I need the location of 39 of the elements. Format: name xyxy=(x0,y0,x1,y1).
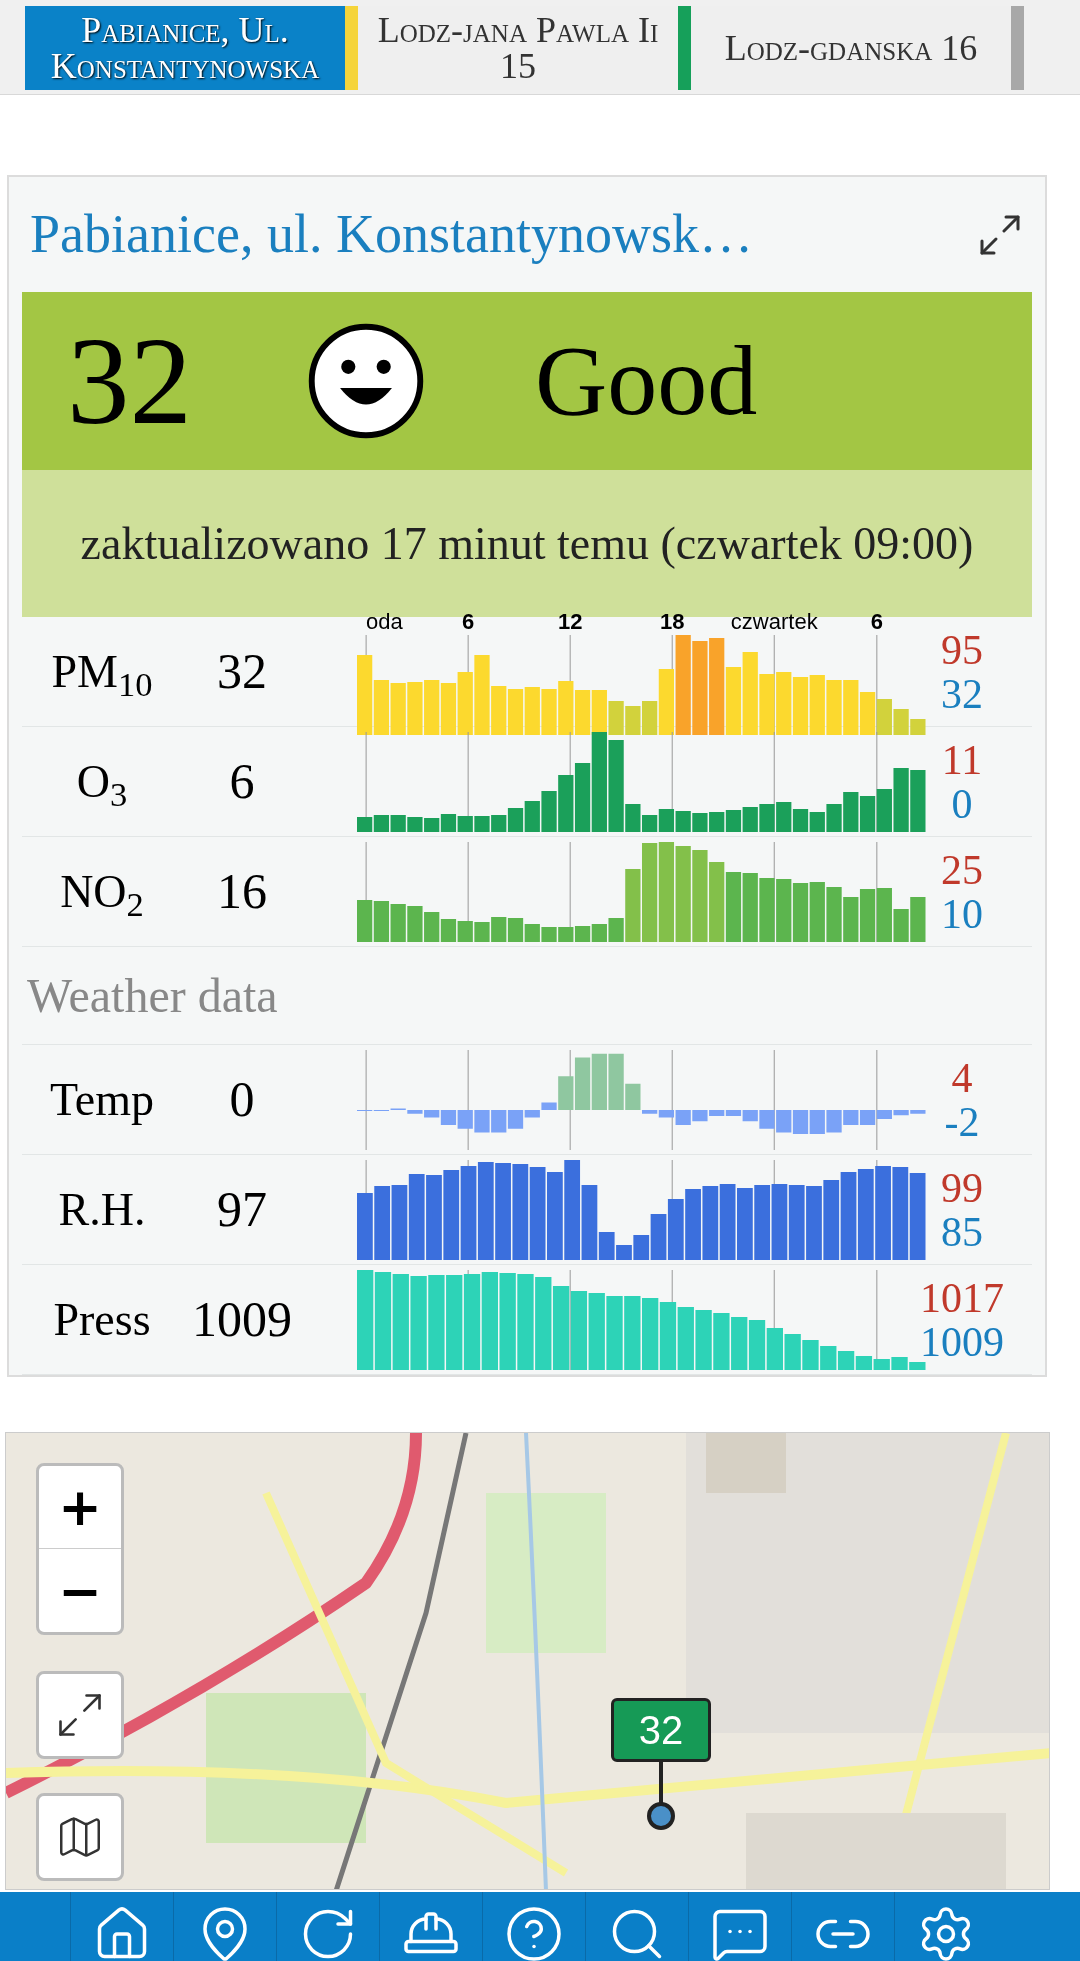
min-value: 10 xyxy=(941,891,983,936)
zoom-in-button[interactable]: + xyxy=(39,1466,121,1549)
min-value: 85 xyxy=(941,1209,983,1254)
section-heading: Weather data xyxy=(27,967,278,1024)
zoom-out-button[interactable]: − xyxy=(39,1549,121,1632)
max-value: 1017 xyxy=(920,1275,1004,1320)
parameter-value: 16 xyxy=(216,862,268,921)
parameter-value: 97 xyxy=(216,1180,268,1239)
parameter-value: 1009 xyxy=(191,1290,293,1349)
parameter-name: Press xyxy=(52,1293,152,1347)
map-marker[interactable]: 32 xyxy=(611,1698,711,1762)
parameter-name: O$_{3}$ xyxy=(75,755,129,815)
axis-label: 18 xyxy=(659,608,685,635)
axis-label: oda xyxy=(366,608,403,635)
parameter-name: Temp xyxy=(48,1073,156,1127)
axis-label: czwartek xyxy=(730,608,818,635)
max-value: 95 xyxy=(941,627,983,672)
parameter-value: 6 xyxy=(228,752,256,811)
station-tab[interactable]: Pabianice, Ul. Konstantynowska xyxy=(25,6,345,90)
max-value: 25 xyxy=(941,847,983,892)
aqi-value: 32 xyxy=(67,318,193,444)
parameter-value: 0 xyxy=(228,1070,256,1129)
parameter-name: R.H. xyxy=(57,1183,147,1237)
min-value: 32 xyxy=(941,671,983,716)
parameter-name: PM$_{10}$ xyxy=(50,645,154,705)
axis-label: 6 xyxy=(462,608,475,635)
min-value: -2 xyxy=(944,1099,980,1144)
parameter-name: NO$_{2}$ xyxy=(59,865,145,925)
aqi-status: Good xyxy=(535,331,758,431)
min-value: 0 xyxy=(951,781,973,826)
update-time: zaktualizowano 17 minut temu (czwartek 09:00) xyxy=(80,516,974,571)
station-title: Pabianice, ul. Konstantynowsk… xyxy=(30,203,753,266)
min-value: 1009 xyxy=(920,1319,1004,1364)
axis-label: 6 xyxy=(870,608,883,635)
max-value: 4 xyxy=(951,1055,973,1100)
max-value: 11 xyxy=(941,737,983,782)
axis-label: 12 xyxy=(557,608,583,635)
max-value: 99 xyxy=(941,1165,983,1210)
parameter-value: 32 xyxy=(216,642,268,701)
